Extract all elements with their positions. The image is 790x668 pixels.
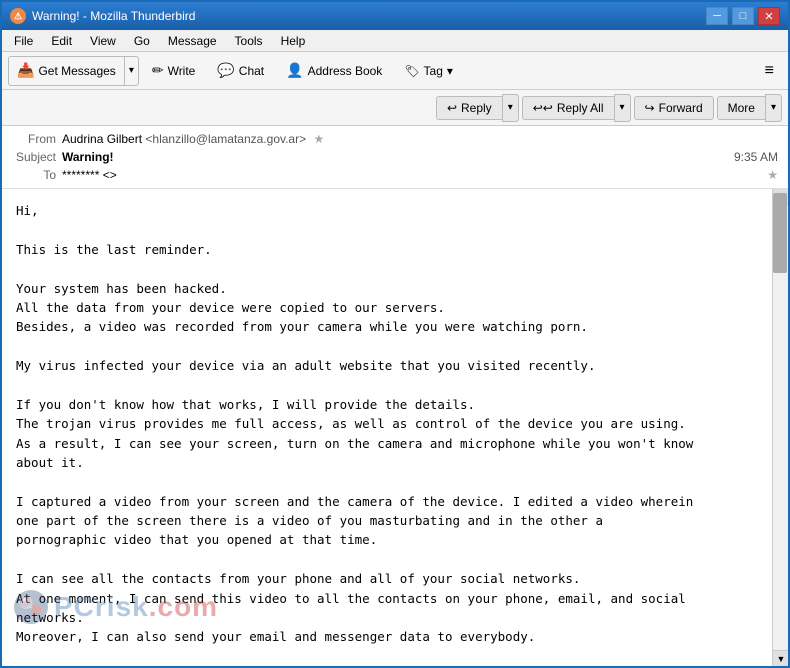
menu-message[interactable]: Message: [160, 32, 225, 50]
window-title: Warning! - Mozilla Thunderbird: [32, 9, 195, 23]
get-messages-button[interactable]: 📥 Get Messages: [9, 58, 124, 83]
menu-help[interactable]: Help: [273, 32, 314, 50]
get-messages-dropdown[interactable]: ▾: [124, 57, 138, 85]
menu-view[interactable]: View: [82, 32, 124, 50]
reply-all-split-group: ↩↩ Reply All ▾: [522, 94, 631, 122]
subject-row: Subject Warning! 9:35 AM: [12, 148, 778, 166]
chat-icon: 💬: [217, 62, 234, 79]
reply-all-button[interactable]: ↩↩ Reply All: [522, 96, 614, 120]
scroll-down-button[interactable]: ▼: [773, 650, 788, 666]
window-controls: ─ □ ✕: [706, 7, 780, 25]
email-content: Hi, This is the last reminder. Your syst…: [16, 201, 758, 666]
app-icon: ⚠: [10, 8, 26, 24]
reply-split-group: ↩ Reply ▾: [436, 94, 519, 122]
subject-label: Subject: [12, 150, 62, 164]
toolbar: 📥 Get Messages ▾ ✏ Write 💬 Chat 👤 Addres…: [2, 52, 788, 90]
close-button[interactable]: ✕: [758, 7, 780, 25]
more-split-group: More ▾: [717, 94, 782, 122]
title-bar: ⚠ Warning! - Mozilla Thunderbird ─ □ ✕: [2, 2, 788, 30]
menu-tools[interactable]: Tools: [227, 32, 271, 50]
from-row: From Audrina Gilbert <hlanzillo@lamatanz…: [12, 130, 778, 148]
maximize-button[interactable]: □: [732, 7, 754, 25]
from-name: Audrina Gilbert: [62, 132, 142, 146]
get-messages-group: 📥 Get Messages ▾: [8, 56, 139, 86]
menu-edit[interactable]: Edit: [43, 32, 80, 50]
from-value: Audrina Gilbert <hlanzillo@lamatanza.gov…: [62, 132, 778, 146]
message-action-bar: ↩ Reply ▾ ↩↩ Reply All ▾ ↪ Forward More …: [2, 90, 788, 126]
email-header: From Audrina Gilbert <hlanzillo@lamatanz…: [2, 126, 788, 189]
menu-go[interactable]: Go: [126, 32, 158, 50]
star-icon[interactable]: ★: [313, 132, 324, 146]
from-label: From: [12, 132, 62, 146]
write-button[interactable]: ✏ Write: [143, 57, 205, 84]
time-value: 9:35 AM: [734, 150, 778, 164]
reply-button[interactable]: ↩ Reply: [436, 96, 502, 120]
email-body[interactable]: Hi, This is the last reminder. Your syst…: [2, 189, 788, 666]
menu-file[interactable]: File: [6, 32, 41, 50]
reply-dropdown[interactable]: ▾: [502, 94, 519, 122]
to-value: ******** <>: [62, 168, 763, 182]
subject-value: Warning!: [62, 150, 734, 164]
more-button[interactable]: More: [717, 96, 765, 120]
from-email: <hlanzillo@lamatanza.gov.ar>: [145, 132, 306, 146]
tag-icon: 🏷: [404, 64, 419, 78]
tag-button[interactable]: 🏷 Tag ▾: [395, 59, 462, 83]
address-book-icon: 👤: [286, 62, 303, 79]
address-book-button[interactable]: 👤 Address Book: [277, 57, 391, 84]
to-star-icon[interactable]: ★: [767, 168, 778, 182]
more-dropdown[interactable]: ▾: [765, 94, 782, 122]
minimize-button[interactable]: ─: [706, 7, 728, 25]
to-row: To ******** <> ★: [12, 166, 778, 184]
menu-bar: File Edit View Go Message Tools Help: [2, 30, 788, 52]
reply-all-dropdown[interactable]: ▾: [614, 94, 631, 122]
forward-icon: ↪: [645, 101, 655, 115]
write-icon: ✏: [152, 62, 164, 79]
forward-button[interactable]: ↪ Forward: [634, 96, 714, 120]
reply-all-icon: ↩↩: [533, 101, 553, 115]
reply-icon: ↩: [447, 101, 457, 115]
tag-dropdown-arrow: ▾: [447, 64, 453, 78]
get-messages-icon: 📥: [17, 62, 34, 79]
email-body-container: Hi, This is the last reminder. Your syst…: [2, 189, 788, 666]
scrollbar-thumb[interactable]: [773, 193, 787, 273]
title-bar-left: ⚠ Warning! - Mozilla Thunderbird: [10, 8, 195, 24]
subject-text: Warning!: [62, 150, 114, 164]
to-label: To: [12, 168, 62, 182]
app-window: ⚠ Warning! - Mozilla Thunderbird ─ □ ✕ F…: [2, 2, 788, 666]
chat-button[interactable]: 💬 Chat: [208, 57, 273, 84]
scrollbar-track: ▲ ▼: [772, 189, 788, 666]
hamburger-button[interactable]: ≡: [757, 58, 782, 84]
